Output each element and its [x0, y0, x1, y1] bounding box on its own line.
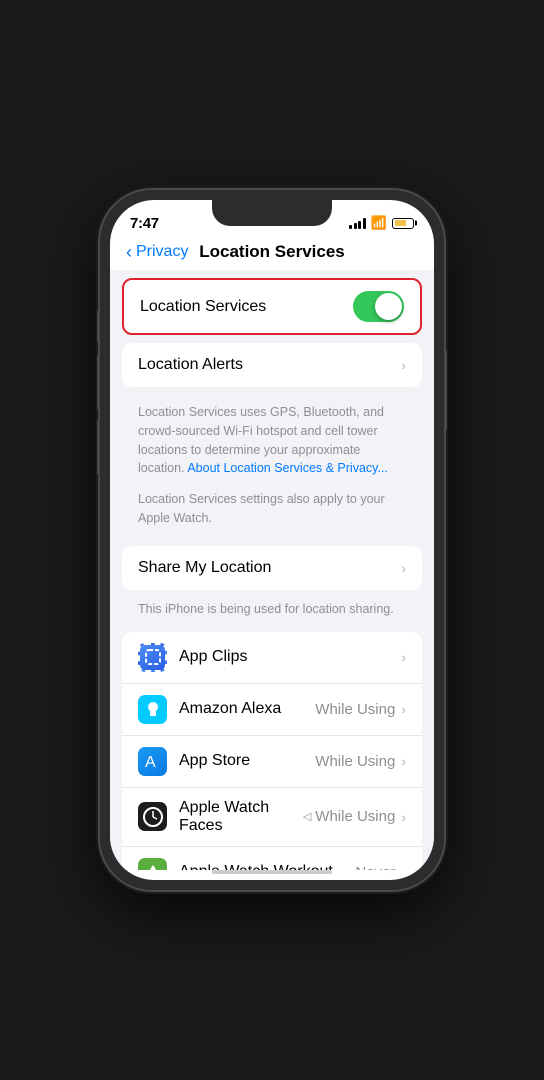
app-name-appstore: App Store [179, 752, 315, 770]
app-row-awfaces[interactable]: Apple Watch Faces ◁ While Using › [122, 788, 422, 847]
app-icon-alexa [138, 695, 167, 724]
app-icon-appstore: A [138, 747, 167, 776]
power-button[interactable] [444, 350, 447, 430]
share-location-chevron: › [401, 560, 406, 576]
location-toggle-label: Location Services [140, 298, 266, 316]
location-services-toggle-section: Location Services [122, 278, 422, 335]
volume-down-button[interactable] [97, 420, 100, 475]
location-toggle-switch[interactable] [353, 291, 404, 322]
app-value-awworkout: Never [355, 864, 395, 871]
location-toggle-row[interactable]: Location Services [124, 280, 420, 333]
status-time: 7:47 [130, 215, 159, 232]
app-row-appstore[interactable]: A App Store While Using › [122, 736, 422, 788]
back-button[interactable]: ‹ Privacy [126, 243, 188, 261]
screen-content: Location Services Location Alerts › Loca… [110, 270, 434, 870]
home-indicator[interactable] [212, 870, 332, 874]
mute-button[interactable] [97, 310, 100, 342]
location-alerts-chevron: › [401, 357, 406, 373]
watch-description: Location Services settings also apply to… [122, 486, 422, 538]
app-name-appclips: App Clips [179, 648, 401, 666]
apps-section: App Clips › Amazon Alexa While Using [122, 632, 422, 871]
svg-text:A: A [145, 754, 156, 771]
app-chevron-awworkout: › [401, 864, 406, 870]
app-icon-awworkout [138, 858, 167, 871]
chevron-left-icon: ‹ [126, 243, 132, 261]
phone-screen: 7:47 📶 ‹ Privacy [110, 200, 434, 880]
phone-frame: 7:47 📶 ‹ Privacy [100, 190, 444, 890]
app-chevron-appstore: › [401, 753, 406, 769]
share-location-subtitle: This iPhone is being used for location s… [110, 598, 434, 624]
location-arrow-awfaces: ◁ [303, 810, 311, 823]
back-label: Privacy [136, 243, 188, 261]
app-chevron-appclips: › [401, 649, 406, 665]
battery-icon [392, 218, 414, 229]
app-name-awfaces: Apple Watch Faces [179, 799, 303, 835]
app-chevron-awfaces: › [401, 809, 406, 825]
status-icons: 📶 [349, 215, 414, 231]
wifi-icon: 📶 [371, 215, 387, 231]
location-alerts-section: Location Alerts › [122, 343, 422, 387]
app-value-appstore: While Using [315, 753, 395, 770]
share-location-section: Share My Location › [122, 546, 422, 590]
app-icon-awfaces [138, 802, 167, 831]
page-title: Location Services [199, 242, 345, 262]
app-name-awworkout: Apple Watch Workout [179, 863, 355, 870]
location-about-link[interactable]: About Location Services & Privacy... [187, 461, 388, 475]
app-row-awworkout[interactable]: Apple Watch Workout Never › [122, 847, 422, 871]
app-row-appclips[interactable]: App Clips › [122, 632, 422, 684]
app-chevron-alexa: › [401, 701, 406, 717]
location-description: Location Services uses GPS, Bluetooth, a… [122, 395, 422, 486]
share-location-label: Share My Location [138, 559, 401, 577]
share-location-row[interactable]: Share My Location › [122, 546, 422, 590]
app-row-alexa[interactable]: Amazon Alexa While Using › [122, 684, 422, 736]
volume-up-button[interactable] [97, 355, 100, 410]
app-value-awfaces: ◁ While Using [303, 808, 396, 825]
signal-icon [349, 218, 366, 229]
nav-bar: ‹ Privacy Location Services [110, 238, 434, 270]
location-alerts-label: Location Alerts [138, 356, 401, 374]
app-icon-appclips [138, 643, 167, 672]
location-alerts-row[interactable]: Location Alerts › [122, 343, 422, 387]
toggle-thumb [375, 293, 402, 320]
app-value-alexa: While Using [315, 701, 395, 718]
notch [212, 200, 332, 226]
app-name-alexa: Amazon Alexa [179, 700, 315, 718]
